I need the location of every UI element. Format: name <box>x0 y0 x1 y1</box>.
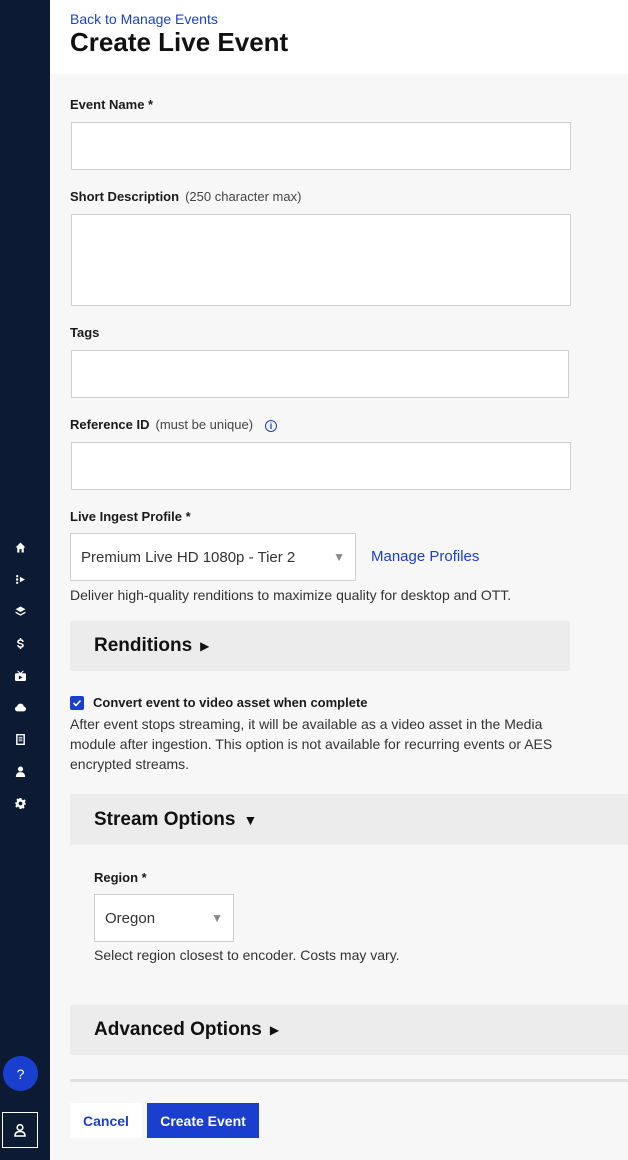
stream-options-panel-header[interactable]: Stream Options ▼ <box>70 794 628 845</box>
reference-id-label-text: Reference ID <box>70 417 150 432</box>
cloud-icon[interactable] <box>13 700 27 714</box>
person-icon[interactable] <box>13 764 27 778</box>
event-name-input[interactable] <box>71 122 571 170</box>
page-title: Create Live Event <box>70 27 289 57</box>
reference-id-label: Reference ID (must be unique) i <box>70 417 278 432</box>
tags-label: Tags <box>70 325 100 340</box>
chevron-down-icon: ▼ <box>211 911 223 925</box>
renditions-panel-header[interactable]: Renditions ▶ <box>70 621 570 671</box>
expand-arrow-icon: ▶ <box>200 639 210 653</box>
layers-icon[interactable] <box>13 604 27 618</box>
page-header: Back to Manage Events Create Live Event <box>50 0 628 74</box>
reference-id-input[interactable] <box>71 442 571 490</box>
chevron-down-icon: ▼ <box>333 550 345 564</box>
info-icon[interactable]: i <box>265 420 278 432</box>
event-name-label: Event Name * <box>70 97 154 112</box>
short-description-textarea[interactable] <box>71 214 571 306</box>
short-description-hint: (250 character max) <box>185 189 302 204</box>
short-description-label-text: Short Description <box>70 189 180 204</box>
live-ingest-profile-label: Live Ingest Profile * <box>70 509 191 524</box>
region-label: Region * <box>94 870 147 885</box>
collapse-arrow-icon: ▼ <box>243 811 258 828</box>
footer-divider <box>70 1079 628 1082</box>
live-ingest-profile-value: Premium Live HD 1080p - Tier 2 <box>81 548 296 566</box>
expand-arrow-icon: ▶ <box>269 1023 280 1037</box>
dollar-icon[interactable] <box>13 636 27 650</box>
create-event-button[interactable]: Create Event <box>147 1103 259 1138</box>
region-select[interactable]: Oregon ▼ <box>94 894 234 942</box>
help-button[interactable]: ? <box>3 1056 38 1091</box>
advanced-options-panel-header[interactable]: Advanced Options ▶ <box>70 1005 628 1055</box>
reference-id-hint: (must be unique) <box>155 417 254 432</box>
live-ingest-profile-select[interactable]: Premium Live HD 1080p - Tier 2 ▼ <box>70 533 356 581</box>
short-description-label: Short Description (250 character max) <box>70 189 301 204</box>
document-icon[interactable] <box>13 732 27 746</box>
stream-options-title: Stream Options <box>94 808 236 830</box>
manage-profiles-link[interactable]: Manage Profiles <box>371 548 479 565</box>
user-account-button[interactable] <box>2 1112 38 1148</box>
advanced-options-title: Advanced Options <box>94 1019 262 1040</box>
gear-icon[interactable] <box>13 796 27 810</box>
cancel-button[interactable]: Cancel <box>70 1103 142 1138</box>
convert-help-text: After event stops streaming, it will be … <box>70 716 553 772</box>
convert-to-asset-label[interactable]: Convert event to video asset when comple… <box>93 695 368 710</box>
renditions-title: Renditions <box>94 635 193 656</box>
region-value: Oregon <box>105 909 156 927</box>
sidebar: ? <box>0 0 50 1160</box>
tags-input[interactable] <box>71 350 569 398</box>
user-icon <box>14 1123 26 1137</box>
convert-to-asset-checkbox[interactable] <box>70 696 84 710</box>
checkmark-icon <box>72 699 82 707</box>
home-icon[interactable] <box>13 540 27 554</box>
back-to-manage-events-link[interactable]: Back to Manage Events <box>70 11 218 27</box>
ingest-profile-help-text: Deliver high-quality renditions to maxim… <box>70 587 512 603</box>
live-icon[interactable] <box>13 668 27 682</box>
region-help-text: Select region closest to encoder. Costs … <box>94 947 400 963</box>
video-icon[interactable] <box>13 572 27 586</box>
